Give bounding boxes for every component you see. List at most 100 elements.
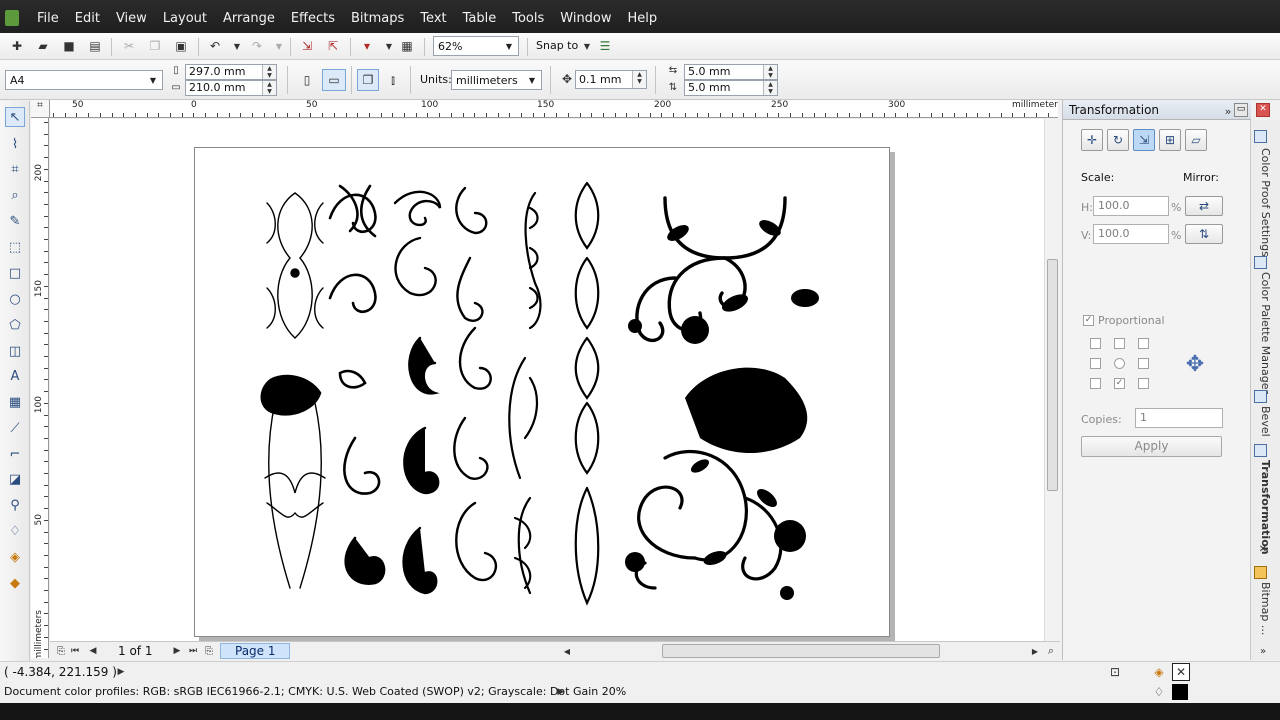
landscape-icon[interactable]: ▭ [322, 69, 346, 91]
eyedropper-tool-icon[interactable]: ⚲ [5, 495, 25, 515]
cut-icon[interactable]: ✂ [120, 37, 138, 55]
anchor-checkbox[interactable]: ✓ [1114, 378, 1125, 389]
menu-effects[interactable]: Effects [291, 11, 335, 26]
menu-tools[interactable]: Tools [512, 11, 544, 26]
outline-indicator-icon[interactable]: ♢ [1150, 683, 1168, 701]
horizontal-scroll-thumb[interactable] [662, 644, 940, 658]
copies-input[interactable]: 1 [1135, 408, 1223, 428]
welcome-screen-icon[interactable]: ▦ [398, 37, 416, 55]
rectangle-tool-icon[interactable]: □ [5, 263, 25, 283]
tab-bitmap[interactable]: Bitmap ... [1254, 582, 1272, 635]
size-icon[interactable]: ⊞ [1159, 129, 1181, 151]
all-pages-icon[interactable]: ❐ [357, 69, 379, 91]
anchor-checkbox[interactable] [1090, 378, 1101, 389]
menu-help[interactable]: Help [628, 11, 658, 26]
horizontal-ruler[interactable]: 50 0 50 100 150 200 250 300 millimeters [50, 100, 1058, 118]
apply-button[interactable]: Apply [1081, 436, 1222, 457]
menu-arrange[interactable]: Arrange [223, 11, 275, 26]
spin-arrows-icon[interactable]: ▲ ▼ [763, 65, 777, 79]
vertical-scrollbar[interactable] [1044, 119, 1060, 642]
ornament-artwork[interactable] [195, 148, 891, 638]
snap-to-button[interactable]: Snap to [536, 39, 578, 52]
scale-v-input[interactable]: 100.0 [1093, 224, 1169, 244]
navigator-icon[interactable]: ⌕ [1042, 642, 1060, 660]
anchor-checkbox[interactable] [1090, 338, 1101, 349]
export-icon[interactable]: ⇱ [324, 37, 342, 55]
polygon-tool-icon[interactable]: ⬠ [5, 315, 25, 335]
snap-dropdown-icon[interactable]: ▼ [578, 37, 596, 55]
scroll-tabs-icon[interactable]: » [1254, 642, 1272, 660]
tab-bevel[interactable]: Bevel [1254, 406, 1272, 437]
pick-tool-icon[interactable]: ↖ [5, 107, 25, 127]
basic-shapes-icon[interactable]: ◫ [5, 341, 25, 361]
anchor-checkbox[interactable] [1138, 338, 1149, 349]
dimension-tool-icon[interactable]: ⟋ [5, 418, 25, 438]
menu-view[interactable]: View [116, 11, 147, 26]
import-icon[interactable]: ⇲ [298, 37, 316, 55]
proportional-checkbox[interactable]: ✓ [1083, 315, 1094, 326]
print-icon[interactable]: ▤ [86, 37, 104, 55]
spin-arrows-icon[interactable]: ▲ ▼ [262, 65, 276, 79]
redo-icon[interactable]: ↷ [248, 37, 266, 55]
anchor-checkbox[interactable] [1138, 358, 1149, 369]
spin-arrows-icon[interactable]: ▲ ▼ [763, 81, 777, 95]
anchor-checkbox[interactable] [1114, 338, 1125, 349]
fill-tool-icon[interactable]: ◈ [5, 547, 25, 567]
new-document-icon[interactable]: ✚ [8, 37, 26, 55]
table-tool-icon[interactable]: ▦ [5, 392, 25, 412]
previous-page-icon[interactable]: ◀ [84, 642, 102, 660]
mirror-horizontal-icon[interactable]: ⇄ [1185, 196, 1223, 216]
menu-window[interactable]: Window [560, 11, 611, 26]
units-select[interactable]: millimeters ▼ [451, 70, 542, 90]
menu-layout[interactable]: Layout [163, 11, 207, 26]
interactive-fill-icon[interactable]: ◆ [5, 573, 25, 593]
interactive-blend-icon[interactable]: ◪ [5, 469, 25, 489]
freehand-tool-icon[interactable]: ✎ [5, 211, 25, 231]
paste-icon[interactable]: ▣ [172, 37, 190, 55]
paper-size-select[interactable]: A4 ▼ [5, 70, 163, 90]
save-icon[interactable]: ■ [60, 37, 78, 55]
outline-tool-icon[interactable]: ♢ [5, 521, 25, 541]
anchor-checkbox[interactable] [1138, 378, 1149, 389]
connector-tool-icon[interactable]: ⌐ [5, 444, 25, 464]
skew-icon[interactable]: ▱ [1185, 129, 1207, 151]
zoom-tool-icon[interactable]: ⌕ [5, 185, 25, 205]
duplicate-y-field[interactable]: 5.0 mm ▲ ▼ [684, 80, 778, 96]
current-page-icon[interactable]: ⫾ [384, 71, 402, 89]
menu-edit[interactable]: Edit [75, 11, 100, 26]
outline-color-swatch-icon[interactable] [1172, 684, 1188, 700]
add-page-after-icon[interactable]: ⎘ [200, 642, 218, 660]
scroll-thumb[interactable] [1047, 259, 1058, 491]
spin-arrows-icon[interactable]: ▲ ▼ [262, 81, 276, 95]
vertical-ruler[interactable]: 200 150 100 50 millimeters [31, 118, 49, 658]
minimize-docker-icon[interactable]: ▭ [1234, 103, 1248, 117]
nudge-distance-field[interactable]: 0.1 mm ▲ ▼ [575, 70, 647, 89]
close-docker-icon[interactable]: ✕ [1256, 103, 1270, 117]
document-page[interactable] [194, 147, 890, 637]
duplicate-x-field[interactable]: 5.0 mm ▲ ▼ [684, 64, 778, 80]
no-fill-swatch-icon[interactable]: ✕ [1172, 663, 1190, 681]
crop-tool-icon[interactable]: ⌗ [5, 159, 25, 179]
fill-indicator-icon[interactable]: ◈ [1150, 663, 1168, 681]
anchor-checkbox[interactable] [1114, 358, 1125, 369]
position-icon[interactable]: ✛ [1081, 129, 1103, 151]
snap-status-icon[interactable]: ⊡ [1106, 663, 1124, 681]
scale-mirror-icon[interactable]: ⇲ [1133, 129, 1155, 151]
tab-color-proof-settings[interactable]: Color Proof Settings [1254, 148, 1272, 257]
open-folder-icon[interactable]: ▰ [34, 37, 52, 55]
profiles-expand-icon[interactable]: ▶ [552, 683, 570, 701]
copy-icon[interactable]: ❐ [146, 37, 164, 55]
status-expand-icon[interactable]: ▶ [112, 663, 130, 681]
spin-arrows-icon[interactable]: ▲ ▼ [632, 71, 646, 88]
drawing-canvas[interactable] [50, 119, 1044, 642]
rotate-icon[interactable]: ↻ [1107, 129, 1129, 151]
launcher-dropdown-icon[interactable]: ▼ [380, 37, 398, 55]
smart-fill-icon[interactable]: ⬚ [5, 237, 25, 257]
redo-dropdown-icon[interactable]: ▼ [270, 37, 288, 55]
page-height-field[interactable]: 210.0 mm ▲ ▼ [185, 80, 277, 96]
ellipse-tool-icon[interactable]: ○ [5, 289, 25, 309]
undo-icon[interactable]: ↶ [206, 37, 224, 55]
close-tab-icon[interactable]: ✕ [1254, 540, 1272, 558]
application-launcher-icon[interactable]: ▾ [358, 37, 376, 55]
first-page-icon[interactable]: ⏮ [66, 642, 84, 660]
